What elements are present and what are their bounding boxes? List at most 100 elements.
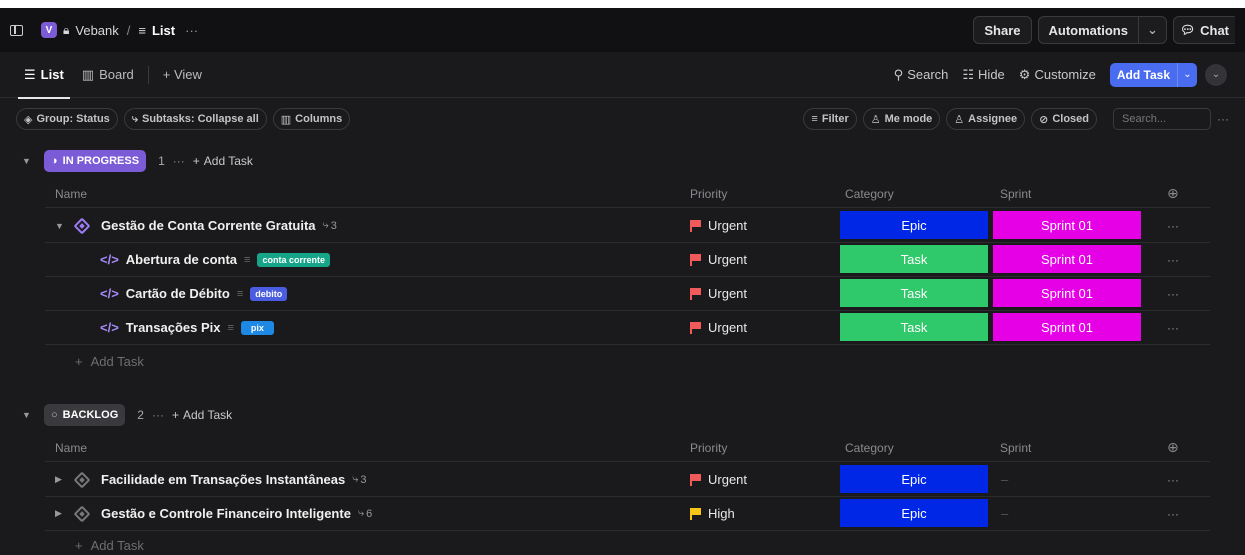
flag-icon xyxy=(690,321,701,334)
add-view-button[interactable]: + View xyxy=(157,52,208,98)
subtask-count-value: 3 xyxy=(330,219,337,232)
tag-badge[interactable]: conta corrente xyxy=(257,252,330,267)
space-avatar[interactable]: V xyxy=(41,22,57,38)
space-name-link[interactable]: Vebank xyxy=(75,23,118,38)
table-row[interactable]: </> Abertura de conta ≡ conta corrente U… xyxy=(45,243,1210,277)
subtask-count[interactable]: ⤷ 6 xyxy=(358,507,372,520)
collapse-caret-icon[interactable]: ▼ xyxy=(22,410,36,420)
add-column-icon[interactable]: ⊕ xyxy=(1167,439,1179,456)
expand-caret-icon[interactable]: ▶ xyxy=(55,474,69,485)
column-name[interactable]: Name xyxy=(55,441,87,455)
expand-caret-icon[interactable]: ▶ xyxy=(55,508,69,519)
collapse-caret-icon[interactable]: ▼ xyxy=(22,156,36,166)
subtask-icon: ⤷ xyxy=(357,507,365,519)
priority-cell[interactable]: Urgent xyxy=(690,463,747,496)
category-cell[interactable]: Task xyxy=(840,245,988,273)
hide-button[interactable]: ☷ Hide xyxy=(962,67,1004,83)
customize-button[interactable]: ⚙ Customize xyxy=(1019,67,1096,83)
customize-label: Customize xyxy=(1034,67,1096,82)
automations-dropdown-button[interactable]: ⌄ xyxy=(1138,16,1167,44)
task-name[interactable]: Gestão de Conta Corrente Gratuita xyxy=(101,218,316,233)
add-task-row-button[interactable]: + Add Task xyxy=(75,538,144,553)
row-more-button[interactable]: ··· xyxy=(1167,311,1179,344)
sprint-cell[interactable]: – xyxy=(993,499,1141,527)
search-button[interactable]: ⚲ Search xyxy=(894,67,949,83)
group-by-label: Group: Status xyxy=(36,113,110,125)
category-cell[interactable]: Task xyxy=(840,279,988,307)
task-name[interactable]: Facilidade em Transações Instantâneas xyxy=(101,472,345,487)
automations-button[interactable]: Automations xyxy=(1037,16,1139,44)
category-cell[interactable]: Epic xyxy=(840,211,988,239)
row-more-button[interactable]: ··· xyxy=(1167,497,1179,530)
filter-chip[interactable]: ≡ Filter xyxy=(803,108,857,130)
group-add-task-button[interactable]: + Add Task xyxy=(172,408,232,422)
status-badge[interactable]: ○ BACKLOG xyxy=(44,404,126,426)
column-name[interactable]: Name xyxy=(55,187,87,201)
priority-cell[interactable]: High xyxy=(690,497,735,530)
tag-badge[interactable]: debito xyxy=(250,286,288,301)
chat-button[interactable]: 💬︎ Chat xyxy=(1172,16,1235,44)
category-cell[interactable]: Epic xyxy=(840,465,988,493)
task-name[interactable]: Abertura de conta xyxy=(126,252,237,267)
sprint-cell[interactable]: – xyxy=(993,465,1141,493)
column-priority[interactable]: Priority xyxy=(690,187,727,201)
add-column-icon[interactable]: ⊕ xyxy=(1167,185,1179,202)
task-name[interactable]: Gestão e Controle Financeiro Inteligente xyxy=(101,506,351,521)
share-button[interactable]: Share xyxy=(973,16,1032,44)
add-task-dropdown-button[interactable]: ⌄ xyxy=(1177,62,1197,87)
column-category[interactable]: Category xyxy=(845,187,894,201)
priority-cell[interactable]: Urgent xyxy=(690,277,747,310)
sprint-cell[interactable]: Sprint 01 xyxy=(993,313,1141,341)
subtask-count[interactable]: ⤷ 3 xyxy=(352,473,366,486)
column-priority[interactable]: Priority xyxy=(690,441,727,455)
collapse-toolbar-button[interactable]: ⌄ xyxy=(1205,63,1227,86)
tag-badge[interactable]: pix xyxy=(240,320,274,335)
priority-cell[interactable]: Urgent xyxy=(690,311,747,344)
epic-diamond-icon xyxy=(73,217,91,234)
search-input[interactable] xyxy=(1113,108,1211,130)
tab-board[interactable]: ▥ Board xyxy=(76,52,140,98)
table-row[interactable]: </> Transações Pix ≡ pix Urgent Task Spr… xyxy=(45,311,1210,345)
closed-chip[interactable]: ⊘ Closed xyxy=(1031,108,1097,130)
category-cell[interactable]: Epic xyxy=(840,499,988,527)
group-more-button[interactable]: ··· xyxy=(173,154,185,168)
add-task-button[interactable]: Add Task xyxy=(1109,62,1177,87)
row-more-button[interactable]: ··· xyxy=(1167,277,1179,310)
subtasks-chip[interactable]: ⤷ Subtasks: Collapse all xyxy=(123,108,267,130)
priority-cell[interactable]: Urgent xyxy=(690,243,747,276)
table-row[interactable]: </> Cartão de Débito ≡ debito Urgent Tas… xyxy=(45,277,1210,311)
tab-list[interactable]: ☰ List xyxy=(18,52,70,99)
priority-cell[interactable]: Urgent xyxy=(690,209,747,242)
add-task-label: Add Task xyxy=(182,408,233,422)
table-row[interactable]: ▶ Facilidade em Transações Instantâneas … xyxy=(45,463,1210,497)
expand-caret-icon[interactable]: ▼ xyxy=(55,221,69,231)
row-more-button[interactable]: ··· xyxy=(1167,243,1179,276)
group-add-task-button[interactable]: + Add Task xyxy=(193,154,253,168)
list-name-link[interactable]: List xyxy=(152,23,175,38)
assignee-chip[interactable]: ♙ Assignee xyxy=(946,108,1026,130)
task-name[interactable]: Cartão de Débito xyxy=(126,286,230,301)
row-more-button[interactable]: ··· xyxy=(1167,463,1179,496)
group-by-chip[interactable]: ◈ Group: Status xyxy=(16,108,118,130)
row-more-button[interactable]: ··· xyxy=(1167,209,1179,242)
task-name[interactable]: Transações Pix xyxy=(126,320,221,335)
column-category[interactable]: Category xyxy=(845,441,894,455)
add-task-row-button[interactable]: + Add Task xyxy=(75,354,144,369)
sidebar-toggle-icon[interactable] xyxy=(10,24,23,36)
table-row[interactable]: ▶ Gestão e Controle Financeiro Inteligen… xyxy=(45,497,1210,531)
more-options-button[interactable]: ··· xyxy=(185,23,198,38)
column-sprint[interactable]: Sprint xyxy=(1000,441,1031,455)
more-options-button[interactable]: ··· xyxy=(1217,112,1229,126)
me-mode-chip[interactable]: ♙ Me mode xyxy=(862,108,941,130)
column-sprint[interactable]: Sprint xyxy=(1000,187,1031,201)
category-cell[interactable]: Task xyxy=(840,313,988,341)
table-row[interactable]: ▼ Gestão de Conta Corrente Gratuita ⤷ 3 U… xyxy=(45,209,1210,243)
sprint-cell[interactable]: Sprint 01 xyxy=(993,245,1141,273)
columns-chip[interactable]: ▥ Columns xyxy=(272,108,351,130)
subtask-count[interactable]: ⤷ 3 xyxy=(323,219,337,232)
sprint-cell[interactable]: Sprint 01 xyxy=(993,279,1141,307)
search-label: Search xyxy=(907,67,949,82)
sprint-cell[interactable]: Sprint 01 xyxy=(993,211,1141,239)
group-more-button[interactable]: ··· xyxy=(152,408,164,422)
status-badge[interactable]: ◑ IN PROGRESS xyxy=(44,150,147,172)
